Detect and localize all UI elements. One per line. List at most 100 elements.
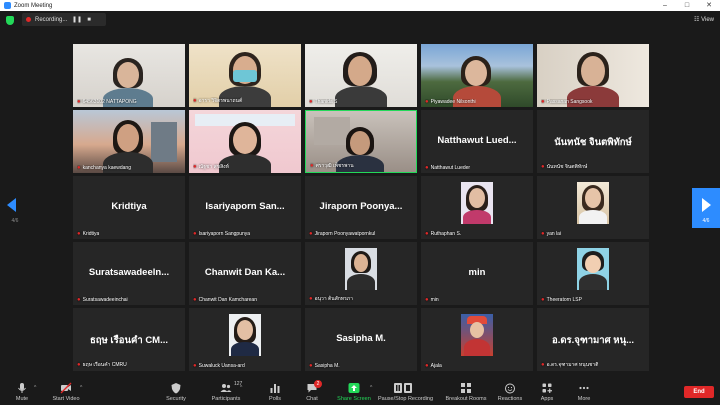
pause-icon[interactable]: ❚❚ bbox=[71, 16, 83, 23]
participant-display-name: Chanwit Dan Ka... bbox=[204, 267, 286, 278]
participant-tile[interactable]: ● Ruthaphan S. bbox=[421, 176, 533, 239]
chevron-up-icon[interactable]: ^ bbox=[370, 385, 372, 391]
mute-label: Mute bbox=[15, 396, 29, 402]
participant-label: ● Piyawadee Nilsonthi bbox=[425, 99, 476, 105]
muted-mic-icon: ● bbox=[193, 98, 197, 104]
participant-tile[interactable]: ● kanchanya kaewdang bbox=[73, 110, 185, 173]
breakout-rooms-icon bbox=[461, 383, 471, 393]
muted-mic-icon: ● bbox=[77, 99, 81, 105]
share-screen-button[interactable]: Share Screen bbox=[336, 377, 372, 405]
participant-tile[interactable]: Suratsawadeeln... ● Suratsawadeeinchai bbox=[73, 242, 185, 305]
close-icon[interactable]: ✕ bbox=[698, 0, 720, 11]
participant-tile[interactable]: Natthawut Lued... ● Natthawut Lueder bbox=[421, 110, 533, 173]
participant-label: ● อนุวา ต้นสักทรภา bbox=[309, 296, 353, 302]
mute-button[interactable]: Mute bbox=[8, 377, 36, 405]
participant-display-name: อ.ดร.จุฑามาศ หนุ... bbox=[552, 335, 634, 346]
muted-mic-icon: ● bbox=[425, 165, 429, 171]
participant-label: ● min bbox=[425, 297, 439, 303]
participant-tile[interactable]: Sasipha M. ● Sasipha M. bbox=[305, 308, 417, 371]
participant-tile[interactable]: Kridtiya ● Kridtiya bbox=[73, 176, 185, 239]
next-page-button[interactable]: 4/6 bbox=[692, 188, 720, 228]
participant-label: ● Ruthaphan S. bbox=[425, 231, 462, 237]
profile-photo bbox=[229, 314, 261, 356]
chat-button[interactable]: 2 Chat bbox=[298, 377, 326, 405]
chevron-up-icon[interactable]: ^ bbox=[34, 385, 36, 391]
participant-tile[interactable]: ● Ajala bbox=[421, 308, 533, 371]
participants-button[interactable]: 127 Participants bbox=[208, 377, 244, 405]
participant-label: ● Thanida S bbox=[309, 99, 338, 105]
participant-label: ● Sasipha M. bbox=[309, 363, 340, 369]
security-button[interactable]: Security bbox=[160, 377, 192, 405]
participant-tile[interactable]: ● Passanan Sangsook bbox=[537, 44, 649, 107]
zoom-logo-icon bbox=[4, 2, 11, 9]
participant-tile[interactable]: ● Theeratorn LSP bbox=[537, 242, 649, 305]
polls-label: Polls bbox=[269, 396, 281, 402]
participant-label: ● Theeratorn LSP bbox=[541, 297, 582, 303]
record-dot-icon bbox=[26, 17, 31, 22]
polls-button[interactable]: Polls bbox=[262, 377, 288, 405]
muted-mic-icon: ● bbox=[425, 297, 429, 303]
gallery-grid: ● 64563102 NATTAPONG ● อารา วิจิตรพนาถนต์ … bbox=[73, 44, 649, 372]
participant-label: ● Ajala bbox=[425, 363, 442, 369]
participant-tile[interactable]: อ.ดร.จุฑามาศ หนุ... ● อ.ดร.จุฑามาศ หนุนชา… bbox=[537, 308, 649, 371]
participant-label: ● Suwaluck Uansa-ard bbox=[193, 363, 245, 369]
participant-tile[interactable]: ● 64563102 NATTAPONG bbox=[73, 44, 185, 107]
participant-tile[interactable]: ● Piyawadee Nilsonthi bbox=[421, 44, 533, 107]
muted-mic-icon: ● bbox=[541, 231, 545, 237]
participant-tile[interactable]: ● Suwaluck Uansa-ard bbox=[189, 308, 301, 371]
muted-mic-icon: ● bbox=[541, 164, 545, 170]
muted-mic-icon: ● bbox=[193, 231, 197, 237]
chat-badge: 2 bbox=[314, 380, 322, 388]
participant-tile[interactable]: ● ณัฐชา สุขสิงห์ bbox=[189, 110, 301, 173]
pause-stop-recording-button[interactable]: Pause/Stop Recording bbox=[378, 377, 433, 405]
chevron-up-icon[interactable]: ^ bbox=[80, 385, 82, 391]
share-screen-label: Share Screen bbox=[337, 396, 371, 402]
more-button[interactable]: More bbox=[570, 377, 598, 405]
participant-tile[interactable]: Isariyaporn San... ● Isariyaporn Sangpuny… bbox=[189, 176, 301, 239]
breakout-rooms-button[interactable]: Breakout Rooms bbox=[444, 377, 488, 405]
window-controls: – □ ✕ bbox=[654, 0, 720, 11]
share-screen-icon bbox=[348, 383, 360, 393]
end-meeting-button[interactable]: End bbox=[684, 386, 714, 398]
participant-label: ● Isariyaporn Sangpunya bbox=[193, 231, 251, 237]
participant-label: ● ศราวุฒิ เพ็ชรพาน bbox=[310, 163, 354, 169]
shield-icon[interactable] bbox=[6, 16, 14, 25]
chevron-up-icon[interactable]: ^ bbox=[240, 385, 242, 391]
participant-tile[interactable]: ● Thanida S bbox=[305, 44, 417, 107]
view-button[interactable]: ☷ View bbox=[694, 16, 714, 23]
reactions-icon bbox=[505, 383, 515, 394]
maximize-icon[interactable]: □ bbox=[676, 0, 698, 11]
start-video-button[interactable]: Start Video bbox=[48, 377, 84, 405]
participant-label: ● อารา วิจิตรพนาถนต์ bbox=[193, 98, 243, 104]
minimize-icon[interactable]: – bbox=[654, 0, 676, 11]
participant-tile[interactable]: ธฤษ เรือนคำ CM... ● ธฤษ เรือนคำ CMRU bbox=[73, 308, 185, 371]
meeting-topbar bbox=[0, 11, 720, 29]
previous-page-button[interactable]: 4/6 bbox=[4, 188, 26, 228]
participant-display-name: ธฤษ เรือนคำ CM... bbox=[89, 335, 169, 346]
profile-photo bbox=[577, 248, 609, 290]
muted-mic-icon: ● bbox=[77, 165, 81, 171]
chevron-right-icon bbox=[702, 198, 711, 212]
muted-mic-icon: ● bbox=[193, 297, 197, 303]
muted-mic-icon: ● bbox=[541, 297, 545, 303]
muted-mic-icon: ● bbox=[309, 363, 313, 369]
stop-icon[interactable]: ■ bbox=[83, 17, 95, 23]
participant-display-name: Isariyaporn San... bbox=[205, 201, 285, 212]
participant-tile[interactable]: min ● min bbox=[421, 242, 533, 305]
participant-tile[interactable]: ● อารา วิจิตรพนาถนต์ bbox=[189, 44, 301, 107]
participant-tile[interactable]: ● อนุวา ต้นสักทรภา bbox=[305, 242, 417, 305]
reactions-label: Reactions bbox=[497, 396, 523, 402]
participant-tile-active[interactable]: ● ศราวุฒิ เพ็ชรพาน bbox=[305, 110, 417, 173]
participant-tile[interactable]: Jiraporn Poonya... ● Jiraporn Poonyawatpo… bbox=[305, 176, 417, 239]
apps-button[interactable]: Apps bbox=[534, 377, 560, 405]
participant-display-name: Jiraporn Poonya... bbox=[319, 201, 403, 212]
participant-tile[interactable]: ● yan lai bbox=[537, 176, 649, 239]
participant-label: ● อ.ดร.จุฑามาศ หนุนชาติ bbox=[541, 362, 599, 368]
participant-tile[interactable]: นันทนัช จินตพิทักษ์ ● นันทนัช จินตพิทักษ์ bbox=[537, 110, 649, 173]
reactions-button[interactable]: Reactions bbox=[496, 377, 524, 405]
microphone-icon bbox=[18, 383, 26, 393]
shield-icon bbox=[171, 383, 181, 394]
video-off-icon bbox=[60, 382, 72, 394]
participant-tile[interactable]: Chanwit Dan Ka... ● Chanwit Dan Kamcharea… bbox=[189, 242, 301, 305]
window-titlebar: Zoom Meeting bbox=[0, 0, 720, 11]
